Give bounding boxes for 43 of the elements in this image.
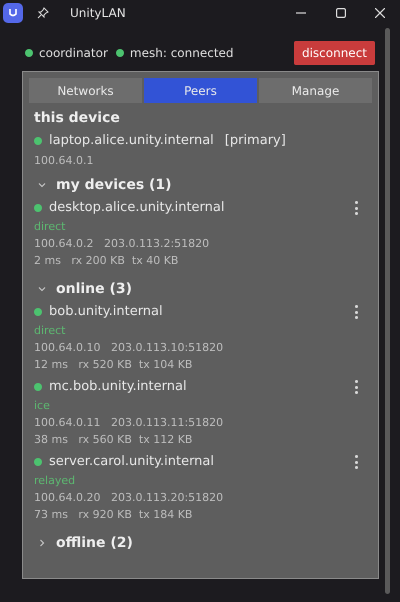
connection-type: relayed (34, 473, 76, 489)
tab[interactable]: Manage (259, 78, 372, 103)
peer-addresses: 100.64.0.10 203.0.113.10:51820 (34, 340, 224, 356)
chevron-icon (38, 285, 46, 293)
peer-stats: 12 ms rx 520 KB tx 104 KB (34, 357, 194, 373)
connection-type: direct (34, 323, 66, 339)
pin-icon[interactable] (37, 7, 49, 19)
disconnect-button[interactable]: disconnect (294, 41, 375, 65)
peer-name: bob.unity.internal (49, 303, 163, 322)
peer-name: mc.bob.unity.internal (49, 378, 187, 396)
peer-addresses: 100.64.0.2 203.0.113.2:51820 (34, 236, 210, 252)
more-options-icon[interactable] (353, 455, 359, 469)
peer-stats: 73 ms rx 920 KB tx 184 KB (34, 507, 194, 523)
scrollbar[interactable] (385, 28, 390, 594)
device-address: 100.64.0.1 (34, 153, 94, 169)
peer-addresses: 100.64.0.20 203.0.113.20:51820 (34, 490, 224, 506)
connection-type: ice (34, 398, 51, 414)
peer-addresses: 100.64.0.11 203.0.113.11:51820 (34, 415, 224, 431)
group-header[interactable]: online (3) (38, 276, 367, 302)
primary-tag: [primary] (224, 131, 286, 151)
app-logo-icon (3, 3, 23, 23)
more-options-icon[interactable] (353, 305, 359, 319)
tab[interactable]: Networks (29, 78, 142, 103)
peer-name: server.carol.unity.internal (49, 453, 214, 472)
group-header[interactable]: my devices (1) (38, 172, 367, 198)
more-options-icon[interactable] (353, 380, 359, 394)
group-header[interactable]: offline (2) (38, 530, 367, 556)
peer-stats: 2 ms rx 200 KB tx 40 KB (34, 253, 180, 269)
section-heading: this device (34, 109, 121, 128)
chevron-icon (38, 539, 46, 547)
tab[interactable]: Peers (144, 78, 257, 103)
status-label: coordinator (39, 45, 108, 62)
close-icon[interactable] (375, 8, 385, 18)
minimize-icon[interactable] (296, 12, 306, 14)
peer-name: desktop.alice.unity.internal (49, 199, 224, 218)
chevron-icon (38, 181, 46, 189)
connection-type: direct (34, 219, 66, 235)
window-title: UnityLAN (70, 5, 126, 22)
device-name: laptop.alice.unity.internal (49, 132, 214, 150)
peer-stats: 38 ms rx 560 KB tx 112 KB (34, 432, 194, 448)
maximize-icon[interactable] (336, 8, 346, 18)
more-options-icon[interactable] (353, 201, 359, 215)
status-label: mesh: connected (130, 45, 234, 62)
